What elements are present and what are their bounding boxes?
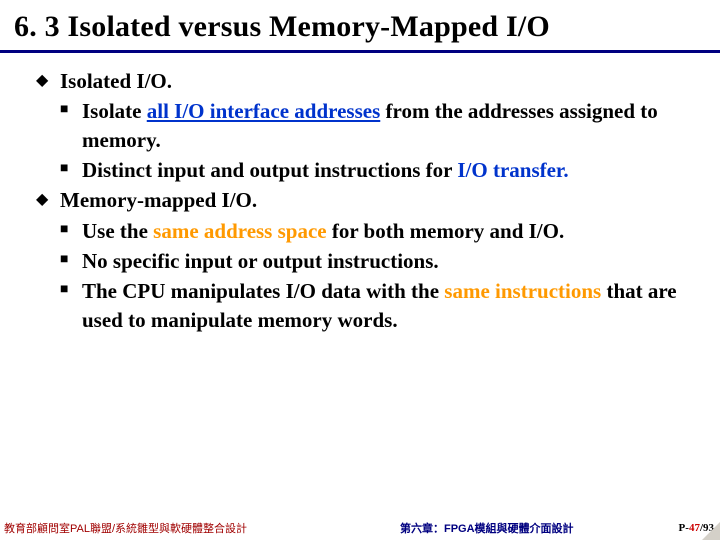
diamond-bullet-icon xyxy=(36,70,60,98)
text-run: same address space xyxy=(153,219,326,243)
list-item-label: Memory-mapped I/O. xyxy=(60,186,700,214)
text-run: No specific input or output instructions… xyxy=(82,249,439,273)
slide-title: 6. 3 Isolated versus Memory-Mapped I/O xyxy=(0,0,720,50)
page-prefix: P- xyxy=(679,522,689,534)
list-item-label: Isolated I/O. xyxy=(60,67,700,95)
text-run: Isolate xyxy=(82,99,147,123)
footer: 教育部顧問室PAL聯盟/系統雛型與軟硬體整合設計 第六章：FPGA模組與硬體介面… xyxy=(0,516,720,540)
square-bullet-icon xyxy=(60,281,82,338)
text-run: all I/O interface addresses xyxy=(147,99,381,123)
list-item-lv1: Isolated I/O. xyxy=(36,67,700,95)
page-current: 47 xyxy=(689,522,700,534)
footer-right: 第六章：FPGA模組與硬體介面設計 xyxy=(360,520,679,536)
content-area: Isolated I/O.Isolate all I/O interface a… xyxy=(0,53,720,334)
text-run: Distinct input and output instructions f… xyxy=(82,158,457,182)
list-item-text: No specific input or output instructions… xyxy=(82,247,700,275)
list-item-lv2: No specific input or output instructions… xyxy=(60,247,700,275)
list-item-lv2: Isolate all I/O interface addresses from… xyxy=(60,97,700,154)
text-run: same instructions xyxy=(444,279,601,303)
page-curl-icon xyxy=(702,522,720,540)
footer-left: 教育部顧問室PAL聯盟/系統雛型與軟硬體整合設計 xyxy=(0,520,360,536)
list-item-lv2: Distinct input and output instructions f… xyxy=(60,156,700,184)
list-item-lv1: Memory-mapped I/O. xyxy=(36,186,700,214)
text-run: The CPU manipulates I/O data with the xyxy=(82,279,444,303)
list-item-text: Isolate all I/O interface addresses from… xyxy=(82,97,700,154)
diamond-bullet-icon xyxy=(36,189,60,217)
list-item-text: Distinct input and output instructions f… xyxy=(82,156,700,184)
square-bullet-icon xyxy=(60,101,82,158)
list-item-lv2: Use the same address space for both memo… xyxy=(60,217,700,245)
square-bullet-icon xyxy=(60,221,82,249)
slide: 6. 3 Isolated versus Memory-Mapped I/O I… xyxy=(0,0,720,540)
text-run: Use the xyxy=(82,219,153,243)
square-bullet-icon xyxy=(60,251,82,279)
list-item-text: Use the same address space for both memo… xyxy=(82,217,700,245)
list-item-lv2: The CPU manipulates I/O data with the sa… xyxy=(60,277,700,334)
text-run: I/O transfer. xyxy=(457,158,568,182)
square-bullet-icon xyxy=(60,160,82,188)
text-run: for both memory and I/O. xyxy=(327,219,565,243)
list-item-text: The CPU manipulates I/O data with the sa… xyxy=(82,277,700,334)
